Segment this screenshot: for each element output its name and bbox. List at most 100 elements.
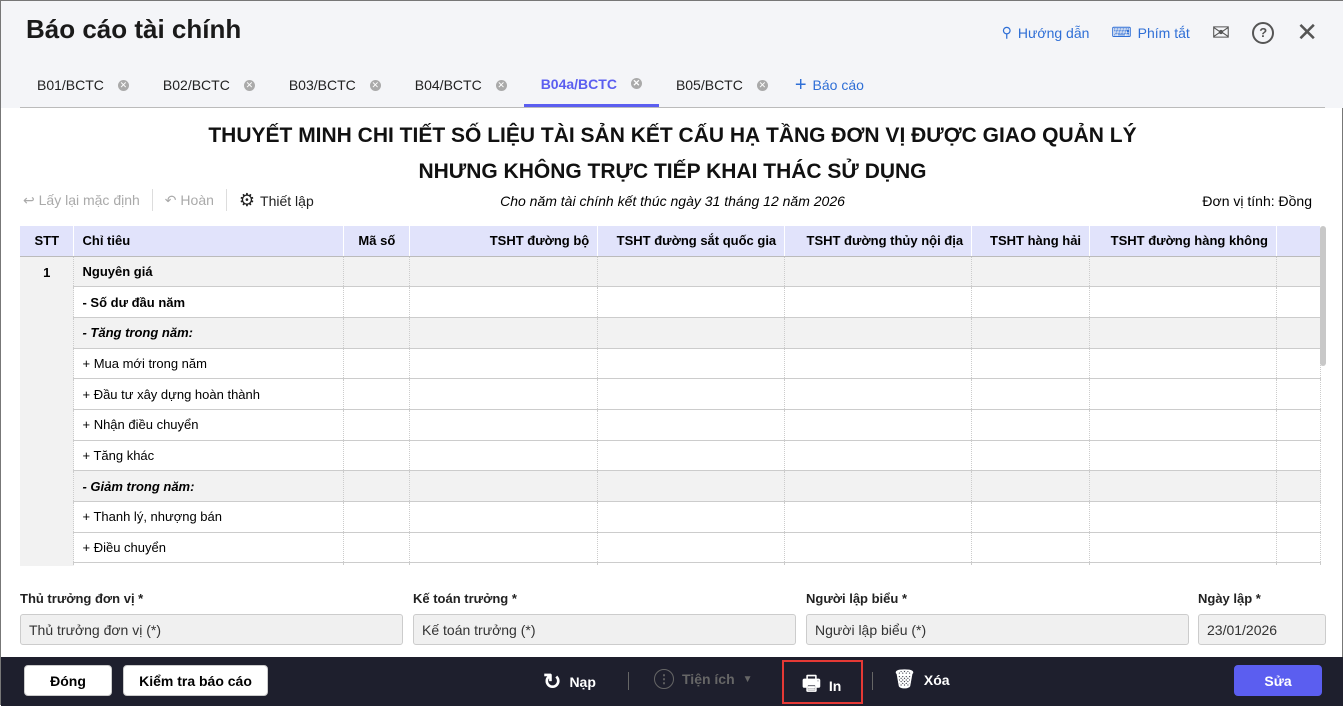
table-row[interactable]: + Tăng khác <box>20 440 1321 472</box>
table-row[interactable]: + Nhận điều chuyển <box>20 409 1321 441</box>
value-cell[interactable] <box>1276 317 1321 349</box>
value-cell[interactable] <box>784 532 973 564</box>
close-tab-icon[interactable]: ✕ <box>117 79 129 91</box>
value-cell[interactable] <box>409 562 599 566</box>
value-cell[interactable] <box>784 317 973 349</box>
edit-button[interactable]: Sửa <box>1234 665 1322 696</box>
value-cell[interactable] <box>1089 286 1277 318</box>
close-icon[interactable]: ✕ <box>1296 17 1318 48</box>
reset-default-button[interactable]: ↩ Lấy lại mặc định <box>23 192 140 209</box>
close-tab-icon[interactable]: ✕ <box>756 79 768 91</box>
delete-button[interactable]: 🗑 Xóa <box>893 669 950 690</box>
value-cell[interactable] <box>971 440 1091 472</box>
value-cell[interactable] <box>1276 562 1321 566</box>
add-report-button[interactable]: + Báo cáo <box>785 63 864 107</box>
tab-b02[interactable]: B02/BCTC ✕ <box>146 63 272 107</box>
value-cell[interactable] <box>1276 501 1321 533</box>
maker-input[interactable]: Người lập biểu (*) <box>806 614 1189 645</box>
value-cell[interactable] <box>1089 562 1277 566</box>
value-cell[interactable] <box>409 256 599 288</box>
value-cell[interactable] <box>409 470 599 502</box>
value-cell[interactable] <box>597 532 786 564</box>
value-cell[interactable] <box>1089 409 1277 441</box>
help-link[interactable]: ⚲ Hướng dẫn <box>1002 24 1090 41</box>
value-cell[interactable] <box>971 562 1091 566</box>
value-cell[interactable] <box>784 470 973 502</box>
value-cell[interactable] <box>1276 378 1321 410</box>
value-cell[interactable] <box>597 317 786 349</box>
accountant-input[interactable]: Kế toán trưởng (*) <box>413 614 796 645</box>
value-cell[interactable] <box>343 256 411 288</box>
value-cell[interactable] <box>409 286 599 318</box>
value-cell[interactable] <box>597 348 786 380</box>
shortcuts-link[interactable]: ⌨ Phím tắt <box>1111 24 1189 41</box>
utilities-button[interactable]: ⋮ Tiện ích ▼ <box>654 669 753 689</box>
value-cell[interactable] <box>409 348 599 380</box>
undo-button[interactable]: ↶ Hoàn <box>165 192 214 209</box>
value-cell[interactable] <box>409 501 599 533</box>
value-cell[interactable] <box>409 317 599 349</box>
settings-button[interactable]: ⚙ Thiết lập <box>239 190 314 211</box>
close-tab-icon[interactable]: ✕ <box>630 78 642 89</box>
value-cell[interactable] <box>409 409 599 441</box>
value-cell[interactable] <box>1089 256 1277 288</box>
print-button[interactable]: 🖶 In <box>802 669 841 703</box>
value-cell[interactable] <box>971 286 1091 318</box>
value-cell[interactable] <box>597 501 786 533</box>
table-scrollbar[interactable] <box>1320 226 1326 366</box>
value-cell[interactable] <box>784 440 973 472</box>
value-cell[interactable] <box>409 440 599 472</box>
value-cell[interactable] <box>343 317 411 349</box>
value-cell[interactable] <box>1276 470 1321 502</box>
value-cell[interactable] <box>1276 286 1321 318</box>
tab-b04[interactable]: B04/BCTC ✕ <box>398 63 524 107</box>
tab-b01[interactable]: B01/BCTC ✕ <box>20 63 146 107</box>
value-cell[interactable] <box>971 470 1091 502</box>
value-cell[interactable] <box>409 378 599 410</box>
value-cell[interactable] <box>409 532 599 564</box>
value-cell[interactable] <box>343 532 411 564</box>
value-cell[interactable] <box>1276 348 1321 380</box>
value-cell[interactable] <box>343 286 411 318</box>
value-cell[interactable] <box>597 286 786 318</box>
tab-b05[interactable]: B05/BCTC ✕ <box>659 63 785 107</box>
value-cell[interactable] <box>784 501 973 533</box>
value-cell[interactable] <box>1089 532 1277 564</box>
value-cell[interactable] <box>1276 256 1321 288</box>
value-cell[interactable] <box>343 440 411 472</box>
value-cell[interactable] <box>784 286 973 318</box>
value-cell[interactable] <box>1089 348 1277 380</box>
table-row[interactable]: + Điều chuyển <box>20 532 1321 564</box>
table-row[interactable] <box>20 562 1321 566</box>
table-row[interactable]: + Mua mới trong năm <box>20 348 1321 380</box>
table-row[interactable]: - Số dư đầu năm <box>20 286 1321 318</box>
table-row[interactable]: + Đầu tư xây dựng hoàn thành <box>20 378 1321 410</box>
value-cell[interactable] <box>784 378 973 410</box>
value-cell[interactable] <box>971 501 1091 533</box>
table-row[interactable]: - Giảm trong năm: <box>20 470 1321 502</box>
value-cell[interactable] <box>971 317 1091 349</box>
value-cell[interactable] <box>1276 532 1321 564</box>
date-input[interactable]: 23/01/2026 <box>1198 614 1326 645</box>
value-cell[interactable] <box>784 562 973 566</box>
value-cell[interactable] <box>597 470 786 502</box>
value-cell[interactable] <box>971 348 1091 380</box>
tab-b04a[interactable]: B04a/BCTC ✕ <box>523 63 659 107</box>
value-cell[interactable] <box>597 409 786 441</box>
value-cell[interactable] <box>343 501 411 533</box>
value-cell[interactable] <box>971 378 1091 410</box>
table-row[interactable]: + Thanh lý, nhượng bán <box>20 501 1321 533</box>
table-row[interactable]: - Tăng trong năm: <box>20 317 1321 349</box>
value-cell[interactable] <box>597 440 786 472</box>
value-cell[interactable] <box>1089 501 1277 533</box>
value-cell[interactable] <box>1276 409 1321 441</box>
tab-b03[interactable]: B03/BCTC ✕ <box>272 63 398 107</box>
value-cell[interactable] <box>784 256 973 288</box>
value-cell[interactable] <box>1089 440 1277 472</box>
value-cell[interactable] <box>343 348 411 380</box>
table-row[interactable]: 1 Nguyên giá <box>20 256 1321 566</box>
value-cell[interactable] <box>1276 440 1321 472</box>
value-cell[interactable] <box>343 470 411 502</box>
close-button[interactable]: Đóng <box>24 665 112 696</box>
help-icon[interactable]: ? <box>1252 21 1275 44</box>
